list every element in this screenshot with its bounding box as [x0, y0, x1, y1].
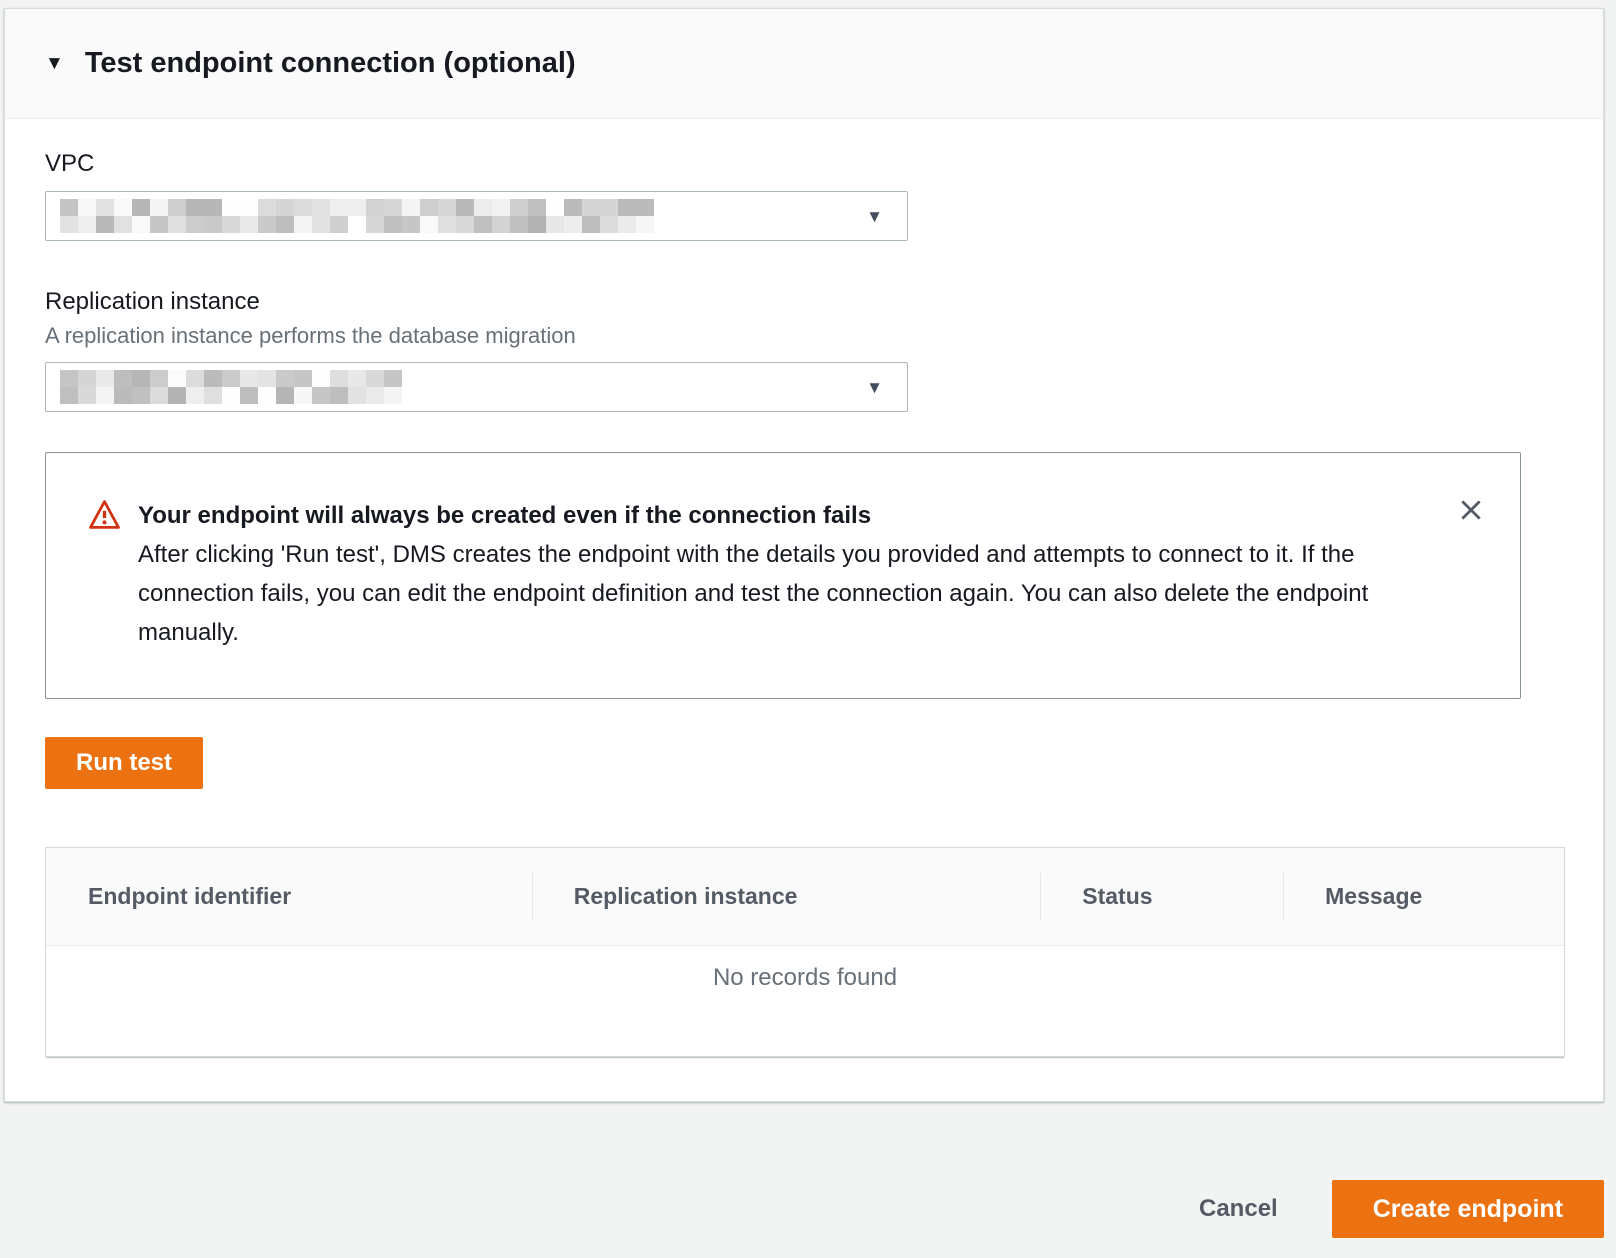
column-header-replication-instance: Replication instance	[532, 848, 1041, 945]
wizard-footer-actions: Cancel Create endpoint	[0, 1180, 1604, 1238]
warning-content: Your endpoint will always be created eve…	[138, 497, 1410, 652]
vpc-caret-down-icon: ▼	[866, 208, 883, 225]
column-header-endpoint-identifier: Endpoint identifier	[46, 848, 532, 945]
run-test-button[interactable]: Run test	[45, 737, 203, 789]
replication-instance-redacted-value	[60, 370, 402, 404]
column-header-status: Status	[1040, 848, 1283, 945]
warning-alert: Your endpoint will always be created eve…	[45, 452, 1521, 699]
table-header-row: Endpoint identifier Replication instance…	[46, 848, 1564, 946]
warning-title: Your endpoint will always be created eve…	[138, 497, 1410, 535]
collapse-caret-icon: ▼	[45, 54, 64, 73]
replication-instance-field-group: Replication instance A replication insta…	[45, 287, 1563, 412]
vpc-field-group: VPC ▼	[45, 149, 1563, 241]
panel-header-toggle[interactable]: ▼ Test endpoint connection (optional)	[5, 9, 1603, 119]
panel-body: VPC ▼ Replication instance A replication…	[5, 119, 1603, 1057]
vpc-label: VPC	[45, 149, 1563, 179]
warning-triangle-icon	[88, 498, 121, 652]
vpc-select[interactable]: ▼	[45, 191, 908, 241]
vpc-redacted-value	[60, 199, 654, 233]
warning-body-text: After clicking 'Run test', DMS creates t…	[138, 535, 1410, 652]
replication-instance-label: Replication instance	[45, 287, 1563, 317]
close-icon[interactable]	[1454, 493, 1488, 527]
connection-results-table: Endpoint identifier Replication instance…	[45, 847, 1565, 1057]
replication-instance-select[interactable]: ▼	[45, 362, 908, 412]
panel-title: Test endpoint connection (optional)	[85, 47, 576, 80]
cancel-button[interactable]: Cancel	[1199, 1195, 1278, 1223]
column-header-message: Message	[1283, 848, 1564, 945]
replication-instance-description: A replication instance performs the data…	[45, 322, 1563, 350]
table-empty-state: No records found	[46, 946, 1564, 1056]
replication-instance-caret-down-icon: ▼	[866, 379, 883, 396]
test-endpoint-connection-panel: ▼ Test endpoint connection (optional) VP…	[4, 8, 1604, 1102]
create-endpoint-button[interactable]: Create endpoint	[1332, 1180, 1604, 1238]
